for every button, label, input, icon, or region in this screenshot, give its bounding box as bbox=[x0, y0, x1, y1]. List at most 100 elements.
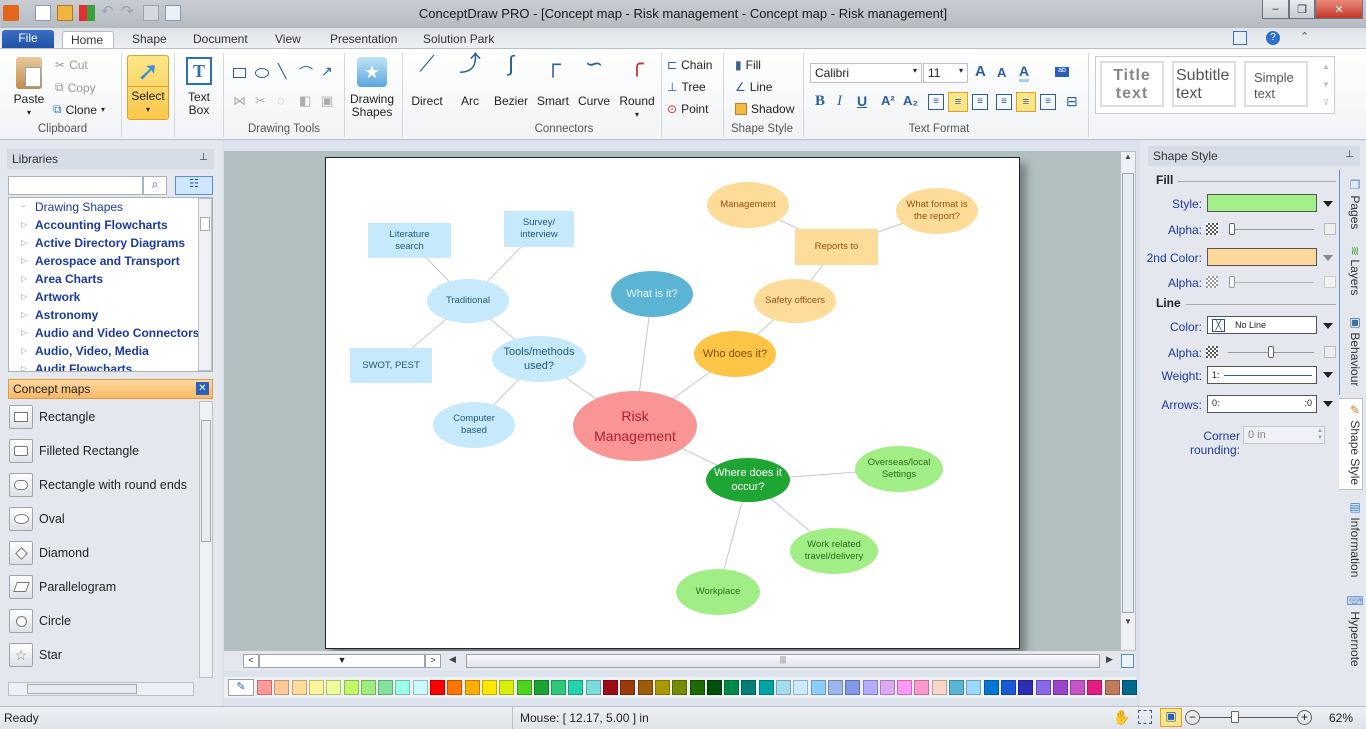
color-swatch[interactable] bbox=[1104, 680, 1120, 695]
color-swatch[interactable] bbox=[637, 680, 653, 695]
color-swatch[interactable] bbox=[1018, 680, 1034, 695]
color-swatch[interactable] bbox=[499, 680, 515, 695]
library-item[interactable]: ▷ Audio, Video, Media bbox=[9, 342, 212, 360]
arc-tool-icon[interactable]: ⌒ bbox=[299, 63, 313, 83]
color-swatch[interactable] bbox=[343, 680, 359, 695]
library-item[interactable]: ▷ Aerospace and Transport bbox=[9, 252, 212, 270]
color-swatch[interactable] bbox=[793, 680, 809, 695]
color-swatch[interactable] bbox=[464, 680, 480, 695]
color-swatch[interactable] bbox=[758, 680, 774, 695]
shape-item-filleted-rectangle[interactable]: Filleted Rectangle bbox=[9, 438, 139, 464]
library-tree-scrollbar[interactable] bbox=[198, 198, 212, 371]
shape-item-diamond[interactable]: Diamond bbox=[9, 540, 89, 566]
color-swatch[interactable] bbox=[845, 680, 861, 695]
library-item[interactable]: ▷ Audio and Video Connectors bbox=[9, 324, 212, 342]
shape-item-oval[interactable]: Oval bbox=[9, 506, 65, 532]
ellipse-tool-icon[interactable] bbox=[255, 68, 269, 78]
polyline-tool-icon[interactable]: ↗ bbox=[321, 63, 333, 80]
paste-button[interactable]: Paste ▾ bbox=[12, 57, 46, 119]
second-alpha-slider[interactable] bbox=[1230, 282, 1314, 283]
tree-view-toggle-icon[interactable]: ☷ bbox=[175, 176, 213, 195]
library-search-input[interactable] bbox=[8, 176, 143, 195]
color-swatch[interactable] bbox=[603, 680, 618, 695]
library-item[interactable]: ┄ Drawing Shapes bbox=[9, 198, 212, 216]
side-tab-shape-style[interactable]: ✎ Shape Style bbox=[1339, 398, 1363, 491]
node-safety[interactable]: Safety officers bbox=[754, 279, 836, 323]
library-item[interactable]: ▷ Audit Flowcharts bbox=[9, 360, 212, 371]
node-management[interactable]: Management bbox=[707, 182, 789, 228]
close-button[interactable]: ✕ bbox=[1315, 0, 1363, 19]
line-weight-select[interactable]: 1: bbox=[1207, 366, 1317, 384]
node-workplace[interactable]: Workplace bbox=[676, 569, 760, 615]
color-swatch[interactable] bbox=[481, 680, 497, 695]
connector-curve-button[interactable]: ∽ Curve bbox=[575, 53, 613, 108]
color-swatch[interactable] bbox=[257, 680, 272, 695]
color-swatch[interactable] bbox=[741, 680, 757, 695]
tab-file[interactable]: File bbox=[2, 30, 54, 49]
restore-button[interactable]: ❐ bbox=[1289, 0, 1315, 19]
color-swatch[interactable] bbox=[620, 680, 636, 695]
chain-button[interactable]: ⊏ Chain bbox=[667, 58, 712, 72]
shape-item-star[interactable]: ☆ Star bbox=[9, 642, 62, 668]
pin-icon[interactable]: ⊥ bbox=[1345, 149, 1354, 160]
shadow-button[interactable]: Shadow bbox=[735, 102, 794, 116]
shrink-font-icon[interactable]: A bbox=[997, 65, 1006, 80]
color-swatch[interactable] bbox=[706, 680, 722, 695]
search-icon[interactable]: ⌕ bbox=[143, 176, 167, 195]
second-alpha-thumb[interactable] bbox=[1228, 276, 1235, 288]
shape-item-round-ends[interactable]: Rectangle with round ends bbox=[9, 472, 187, 498]
font-size-select[interactable]: 11 ▾ bbox=[923, 63, 968, 83]
library-item[interactable]: ▷ Astronomy bbox=[9, 306, 212, 324]
side-tab-behaviour[interactable]: ▣ Behaviour bbox=[1340, 315, 1362, 386]
node-risk[interactable]: Risk Management bbox=[573, 391, 697, 461]
color-swatch[interactable] bbox=[291, 680, 307, 695]
canvas-horizontal-scrollbar[interactable]: ||| bbox=[466, 654, 1100, 668]
pan-hand-icon[interactable]: ✋ bbox=[1113, 709, 1130, 726]
color-swatch[interactable] bbox=[378, 680, 394, 695]
corner-rounding-input[interactable]: 0 in ▲ ▼ bbox=[1243, 426, 1325, 444]
color-swatch[interactable] bbox=[395, 680, 411, 695]
select-button[interactable]: ➚ Select ▾ bbox=[127, 55, 169, 120]
node-swot[interactable]: SWOT, PEST bbox=[350, 348, 432, 383]
node-who[interactable]: Who does it? bbox=[694, 331, 776, 377]
color-swatch[interactable] bbox=[274, 680, 290, 695]
fill-button[interactable]: ▮ Fill bbox=[735, 58, 761, 72]
color-swatch[interactable] bbox=[689, 680, 705, 695]
copy-button[interactable]: ⧉ Copy bbox=[55, 80, 96, 95]
color-swatch[interactable] bbox=[308, 680, 324, 695]
color-swatch[interactable] bbox=[516, 680, 532, 695]
style-title-text[interactable]: Title text bbox=[1100, 61, 1164, 107]
spinner-icon[interactable]: ▲ ▼ bbox=[1317, 428, 1323, 442]
gallery-scroll[interactable]: ▲ ▼ ⊽ bbox=[1320, 58, 1332, 112]
color-swatch[interactable] bbox=[1000, 680, 1016, 695]
library-item[interactable]: ▷ Artwork bbox=[9, 288, 212, 306]
prev-page-button[interactable]: < bbox=[243, 654, 259, 668]
drawing-page[interactable]: Risk Management What is it? Who does it? Wh… bbox=[325, 157, 1020, 649]
color-swatch[interactable] bbox=[776, 680, 791, 695]
combine-icon[interactable]: ◧ bbox=[299, 93, 311, 109]
help-icon[interactable]: ? bbox=[1266, 31, 1280, 45]
text-fit-icon[interactable]: ⊟ bbox=[1066, 93, 1078, 110]
fill-style-swatch[interactable] bbox=[1207, 194, 1317, 212]
color-swatch[interactable] bbox=[568, 680, 584, 695]
node-traditional[interactable]: Traditional bbox=[427, 279, 509, 323]
node-literature[interactable]: Literature search bbox=[368, 223, 451, 258]
clone-button[interactable]: ⧉ Clone ▾ bbox=[53, 102, 105, 117]
node-overseas[interactable]: Overseas/local Settings bbox=[855, 446, 943, 492]
side-tab-pages[interactable]: ❐ Pages bbox=[1340, 178, 1362, 229]
zoom-in-button[interactable]: + bbox=[1297, 710, 1312, 725]
color-swatch[interactable] bbox=[931, 680, 947, 695]
color-swatch[interactable] bbox=[827, 680, 843, 695]
fill-alpha-thumb[interactable] bbox=[1228, 223, 1235, 235]
fit-to-window-icon[interactable]: ▣ bbox=[1160, 708, 1182, 727]
minimize-button[interactable]: – bbox=[1262, 0, 1289, 19]
arrows-select[interactable]: 0::0 bbox=[1207, 395, 1317, 413]
arrows-dropdown-icon[interactable] bbox=[1323, 401, 1333, 407]
italic-icon[interactable]: I bbox=[837, 93, 842, 110]
side-tab-layers[interactable]: ≋ Layers bbox=[1340, 246, 1362, 295]
connector-bezier-button[interactable]: ∫ Bezier bbox=[492, 53, 530, 108]
bezier-edit-icon[interactable]: ◌ bbox=[277, 93, 285, 108]
node-travel[interactable]: Work related travel/delivery bbox=[790, 528, 878, 574]
shape-item-rectangle[interactable]: Rectangle bbox=[9, 404, 95, 430]
connector-arc-button[interactable]: ⤴ Arc bbox=[451, 53, 489, 108]
